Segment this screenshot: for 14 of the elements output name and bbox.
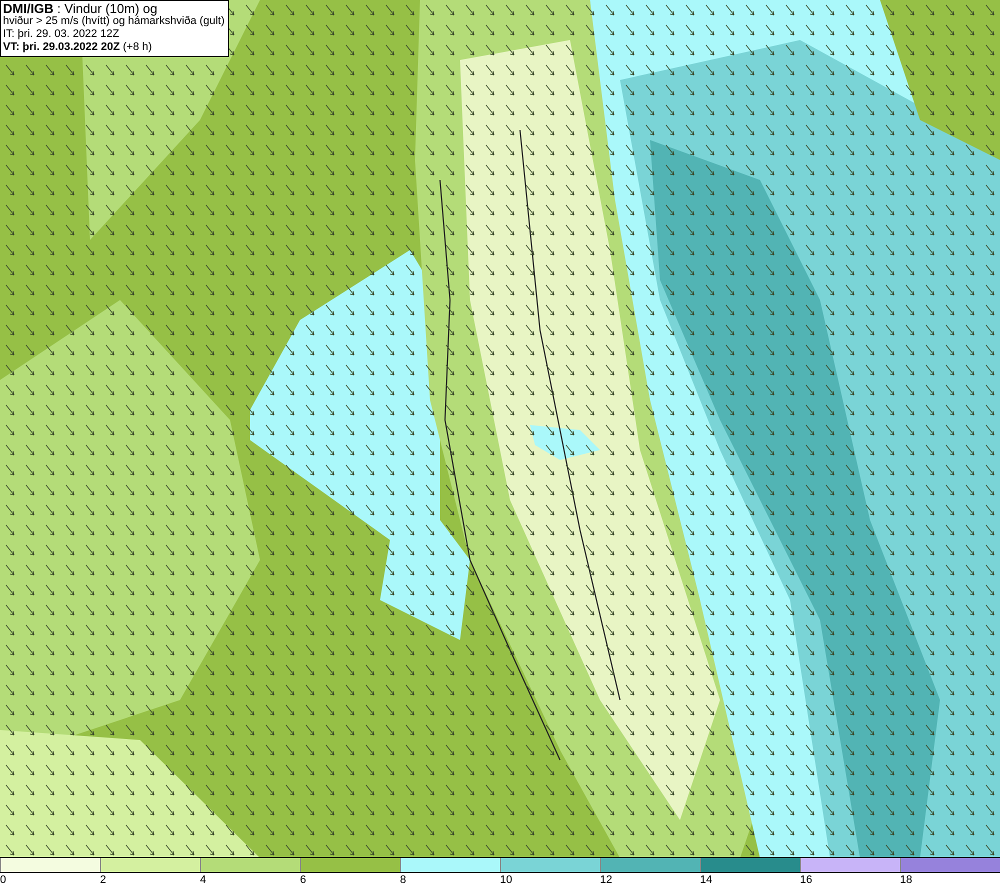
legend-label: 14	[700, 873, 712, 887]
legend-label: 4	[200, 873, 206, 887]
legend-label: 10	[500, 873, 512, 887]
info-text: hviður > 25 m/s (hvítt) og hámarkshviða (gult)	[3, 15, 225, 28]
info-text: VT: þri. 29.03.2022 20Z (+8 h)	[3, 41, 153, 54]
info-text: DMI/IGB : Vindur (10m) og	[3, 2, 158, 15]
legend-label: 6	[300, 873, 306, 887]
legend-label: 0	[0, 873, 6, 887]
legend-label: 2	[100, 873, 106, 887]
legend-label: 12	[600, 873, 612, 887]
legend-label: 18	[900, 873, 912, 887]
legend-label: 16	[800, 873, 812, 887]
legend-label: 8	[400, 873, 406, 887]
info-text: IT: þri. 29. 03. 2022 12Z	[3, 28, 120, 41]
